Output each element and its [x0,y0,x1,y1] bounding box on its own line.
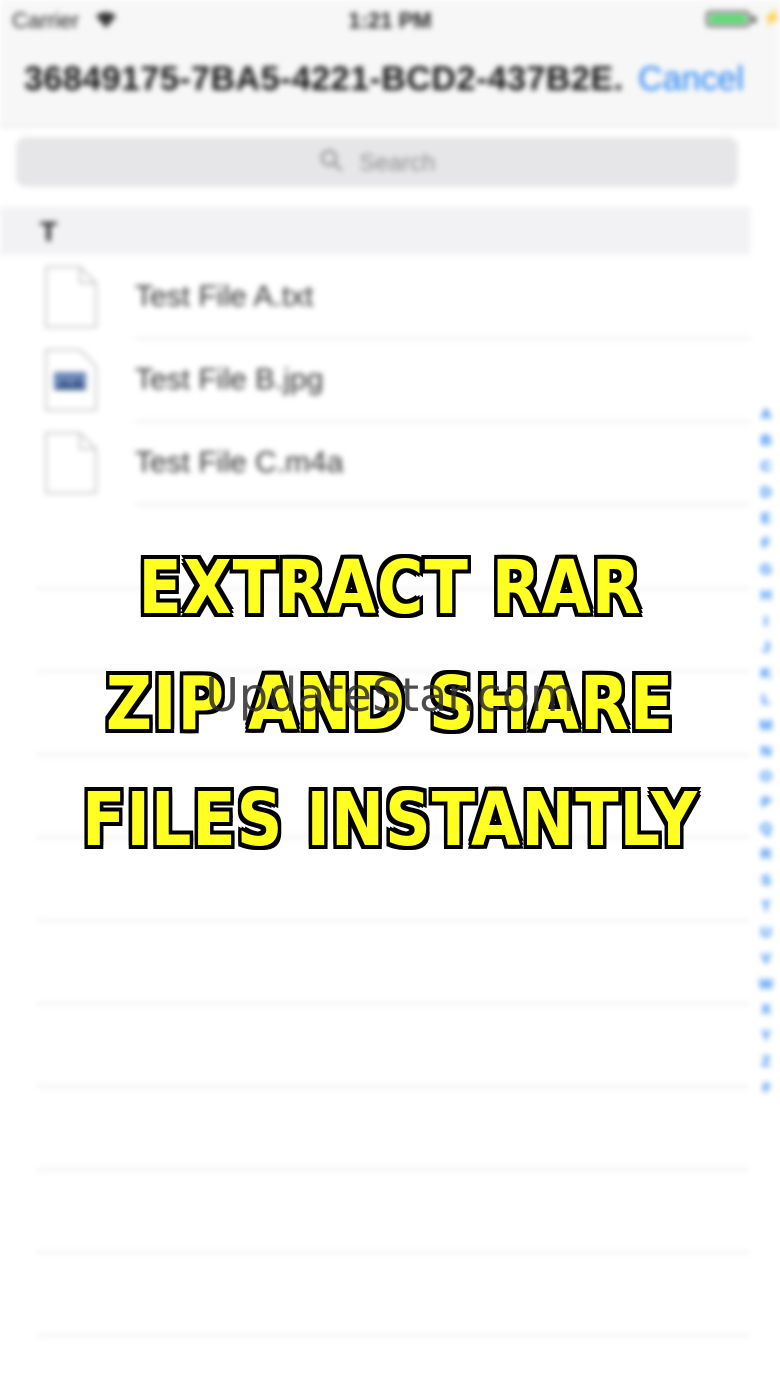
index-letter[interactable]: V [754,946,778,972]
file-row[interactable]: Test File B.jpg [0,339,750,422]
row-divider [36,1086,750,1087]
status-time: 1:21 PM [348,8,432,33]
audio-file-icon [44,431,98,495]
cancel-button[interactable]: Cancel [638,60,744,99]
index-letter[interactable]: Y [754,1023,778,1049]
file-row[interactable]: Test File C.m4a [0,422,750,505]
index-letter[interactable]: D [754,480,778,506]
index-letter[interactable]: C [754,454,778,480]
row-divider [36,1003,750,1004]
promo-line-1: EXTRACT RAR [138,545,642,631]
battery-icon [706,11,750,27]
row-divider [36,1335,750,1336]
folder-title: 36849175-7BA5-4221-BCD2-437B2E... [24,60,624,98]
image-file-icon [44,348,98,412]
search-content: Search [16,148,738,179]
battery-level [710,15,746,23]
search-icon [319,148,343,179]
index-letter[interactable]: U [754,920,778,946]
status-bar: Carrier 1:21 PM ⚡ [0,0,780,40]
index-letter[interactable]: Z [754,1049,778,1075]
index-letter[interactable]: E [754,506,778,532]
index-letter[interactable]: W [754,972,778,998]
file-row[interactable]: Test File A.txt [0,256,750,339]
watermark: UpdateStar.com [205,668,575,722]
battery-tip [752,16,756,23]
file-name: Test File B.jpg [135,363,324,396]
section-letter: T [40,216,58,247]
row-divider [36,1252,750,1253]
row-divider [36,920,750,921]
promo-line-3: FILES INSTANTLY [82,777,698,863]
search-placeholder: Search [359,149,436,177]
charging-icon: ⚡ [762,10,780,27]
screen: Carrier 1:21 PM ⚡ 36849175-7BA5-4221-BCD… [0,0,780,1387]
search-field[interactable]: Search [16,137,738,187]
section-header: T [0,207,750,255]
text-file-icon [44,265,98,329]
file-name: Test File C.m4a [135,446,344,479]
navigation-bar: 36849175-7BA5-4221-BCD2-437B2E... Cancel [0,40,780,127]
row-divider [36,1169,750,1170]
index-letter[interactable]: # [754,1075,778,1101]
index-letter[interactable]: X [754,997,778,1023]
row-divider [135,504,750,505]
index-letter[interactable]: T [754,894,778,920]
index-letter[interactable]: B [754,428,778,454]
index-letter[interactable]: A [754,402,778,428]
file-name: Test File A.txt [135,280,314,313]
